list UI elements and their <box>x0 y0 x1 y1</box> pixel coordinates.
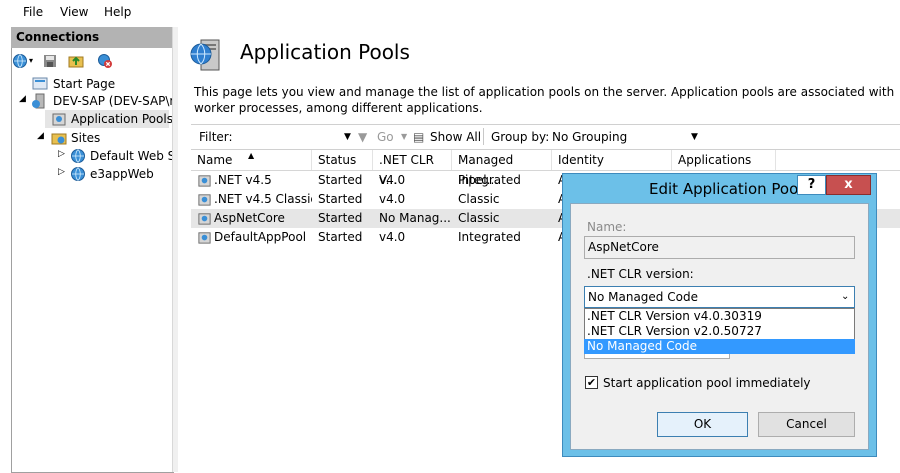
tree-expand-sites-icon[interactable]: ◢ <box>37 131 44 141</box>
tree-site-default[interactable]: Default Web Sit <box>90 149 183 163</box>
cell-status: Started <box>318 211 363 225</box>
start-page-icon <box>32 77 48 90</box>
disconnect-icon[interactable] <box>97 53 113 69</box>
pipeline-select-partial[interactable] <box>584 354 730 359</box>
filter-dropdown-arrow-icon[interactable]: ▼ <box>344 132 351 142</box>
col-identity[interactable]: Identity <box>552 150 672 170</box>
sort-ascending-icon: ▲ <box>248 151 255 160</box>
cell-name: .NET v4.5 Classic <box>214 192 312 206</box>
cell-name: DefaultAppPool <box>214 230 307 244</box>
go-button[interactable]: Go <box>377 130 394 144</box>
tree-sites[interactable]: Sites <box>71 131 100 145</box>
cell-name: AspNetCore <box>214 211 285 225</box>
col-managed-pipeline[interactable]: Managed Pipel... <box>452 150 552 187</box>
website-globe-icon <box>71 149 85 163</box>
app-pool-icon <box>52 113 66 126</box>
col-status[interactable]: Status <box>312 150 373 170</box>
filter-label: Filter: <box>199 130 233 144</box>
cell-pipeline: Integrated <box>458 173 521 187</box>
filter-input[interactable] <box>251 127 351 146</box>
filter-funnel-icon[interactable]: ▼ <box>358 130 367 144</box>
menu-bar: File View Help <box>0 0 900 24</box>
col-applications[interactable]: Applications <box>672 150 776 170</box>
cell-pipeline: Classic <box>458 211 500 225</box>
save-icon[interactable] <box>42 53 58 69</box>
connections-toolbar: ▾ <box>11 48 172 74</box>
server-icon <box>32 93 45 109</box>
grid-header: Name ▲ Status .NET CLR V... Managed Pipe… <box>191 150 900 187</box>
up-folder-icon[interactable] <box>68 53 84 69</box>
cell-clr: v4.0 <box>379 173 406 187</box>
filter-separator <box>483 128 484 145</box>
clr-option-no-managed[interactable]: No Managed Code <box>584 339 855 354</box>
group-by-select[interactable]: No Grouping <box>552 130 627 144</box>
tree-expand-site1-icon[interactable]: ▷ <box>58 149 65 159</box>
ok-button[interactable]: OK <box>657 412 748 437</box>
tree-site-e3appweb[interactable]: e3appWeb <box>90 167 154 181</box>
menu-view[interactable]: View <box>60 5 88 19</box>
cell-pipeline: Integrated <box>458 230 521 244</box>
clr-version-select[interactable]: No Managed Code <box>584 286 855 308</box>
cell-name: .NET v4.5 <box>214 173 272 187</box>
show-all-button[interactable]: Show All <box>430 130 481 144</box>
menu-file[interactable]: File <box>23 5 43 19</box>
show-all-icon[interactable]: ▤ <box>413 130 424 144</box>
group-by-dropdown-arrow-icon[interactable]: ▼ <box>691 132 698 142</box>
help-button[interactable]: ? <box>797 175 826 195</box>
cell-status: Started <box>318 192 363 206</box>
clr-option-v2[interactable]: .NET CLR Version v2.0.50727 <box>584 324 855 339</box>
menu-help[interactable]: Help <box>104 5 131 19</box>
website-globe-icon <box>71 167 85 181</box>
cell-clr: No Manag... <box>379 211 451 225</box>
name-field: AspNetCore <box>584 236 855 259</box>
tree-start-page[interactable]: Start Page <box>53 77 115 91</box>
dropdown-arrow-icon[interactable]: ▾ <box>29 56 33 65</box>
col-clr-version[interactable]: .NET CLR V... <box>373 150 452 187</box>
cancel-button[interactable]: Cancel <box>758 412 855 437</box>
cell-clr: v4.0 <box>379 192 406 206</box>
connect-globe-icon[interactable] <box>12 53 28 69</box>
page-title: Application Pools <box>240 40 410 64</box>
filter-bar: Filter: ▼ ▼ Go ▼ ▤ Show All Group by: No… <box>191 124 900 150</box>
cell-status: Started <box>318 173 363 187</box>
sites-folder-icon <box>51 133 67 145</box>
close-button[interactable]: x <box>826 175 871 195</box>
tree-application-pools[interactable]: Application Pools <box>71 112 173 126</box>
application-pools-icon <box>190 39 220 71</box>
start-immediately-label: Start application pool immediately <box>603 376 811 390</box>
tree-expand-server-icon[interactable]: ◢ <box>19 94 26 104</box>
cell-clr: v4.0 <box>379 230 406 244</box>
start-immediately-checkbox[interactable]: ✔ <box>585 376 598 389</box>
dialog-title: Edit Application Pool <box>649 180 803 198</box>
name-label: Name: <box>587 220 627 234</box>
tree-server[interactable]: DEV-SAP (DEV-SAP\m <box>53 94 181 108</box>
group-by-label: Group by: <box>491 130 550 144</box>
clr-dropdown-chevron-icon[interactable]: ⌄ <box>841 291 849 302</box>
cell-status: Started <box>318 230 363 244</box>
cell-pipeline: Classic <box>458 192 500 206</box>
clr-version-selected-value: No Managed Code <box>588 290 698 304</box>
connections-header: Connections <box>11 27 172 48</box>
go-dropdown-arrow-icon[interactable]: ▼ <box>401 132 407 141</box>
clr-option-v4[interactable]: .NET CLR Version v4.0.30319 <box>584 309 855 324</box>
tree-expand-site2-icon[interactable]: ▷ <box>58 167 65 177</box>
clr-version-label: .NET CLR version: <box>587 267 694 281</box>
page-description: This page lets you view and manage the l… <box>194 85 895 115</box>
